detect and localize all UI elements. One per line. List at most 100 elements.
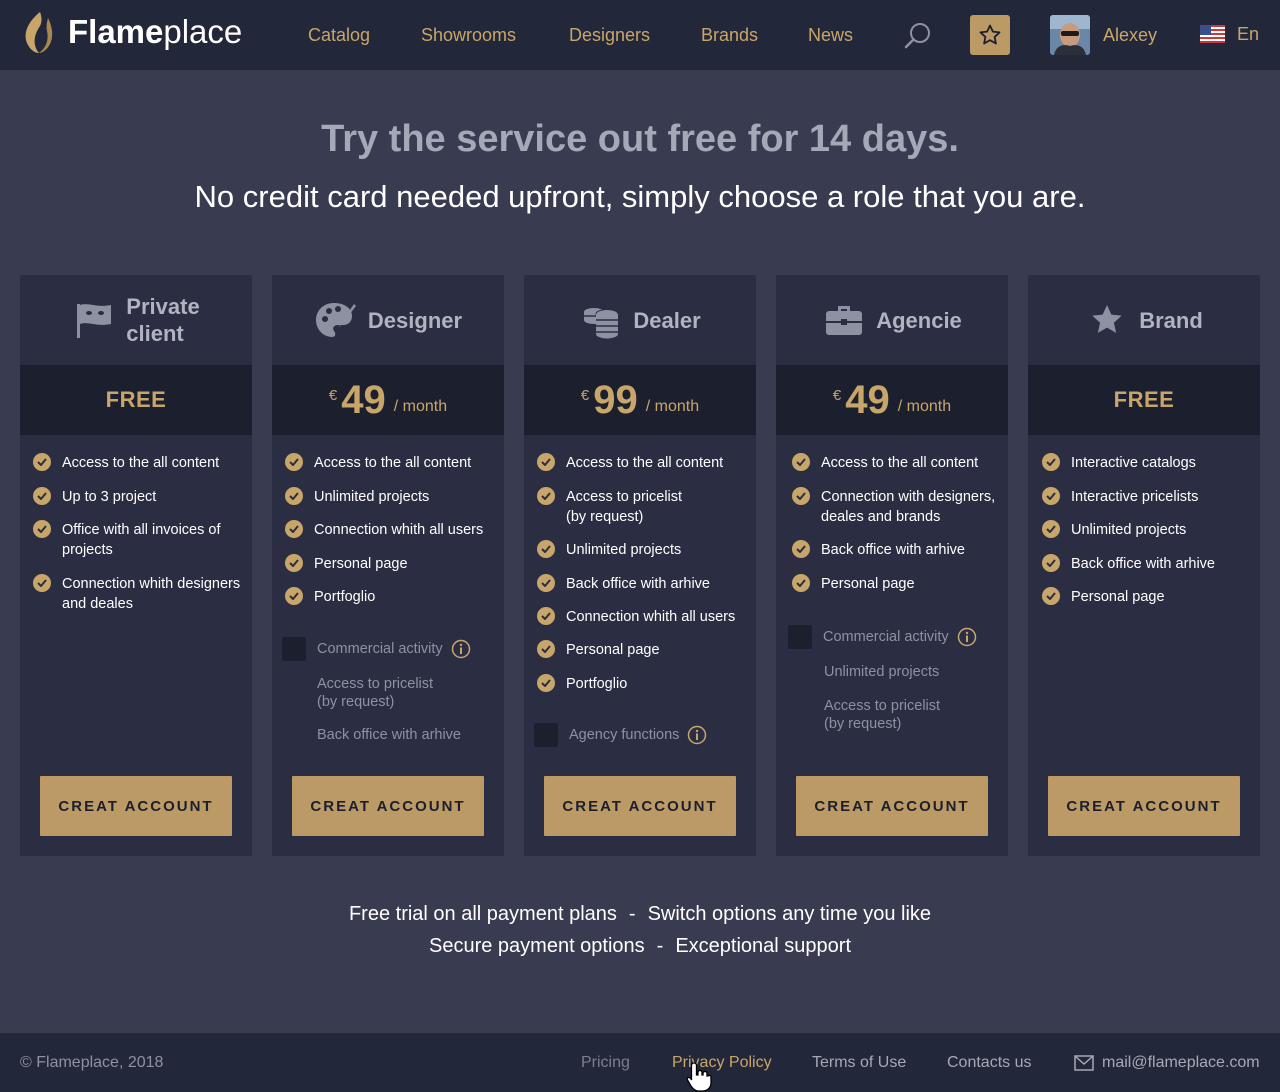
feature-item: Unlimited projects (1042, 520, 1257, 540)
plan-header: Agencie (776, 275, 1008, 365)
benefits-line-1: Free trial on all payment plans - Switch o… (0, 901, 1280, 927)
us-flag-icon[interactable] (1200, 25, 1225, 43)
plan-price: FREE (1028, 365, 1260, 435)
search-icon[interactable] (903, 21, 933, 51)
feature-item: Access to the all content (792, 453, 1007, 473)
feature-item: Connection whith all users (285, 520, 500, 540)
check-icon (537, 487, 555, 505)
commercial-activity-option[interactable]: Commercial activity (282, 637, 471, 661)
plan-card-agencie: Agencie € 49 / month Access to the all c… (776, 275, 1008, 856)
create-account-button[interactable]: CREAT ACCOUNT (544, 776, 736, 836)
plan-title: Agencie (876, 307, 962, 333)
language-switcher[interactable]: En (1237, 23, 1259, 45)
check-icon (33, 453, 51, 471)
star-icon (1085, 298, 1129, 342)
plan-title: Private client (126, 294, 200, 346)
favorites-button[interactable] (970, 15, 1010, 55)
nav-showrooms[interactable]: Showrooms (421, 24, 516, 46)
nav-catalog[interactable]: Catalog (308, 24, 370, 46)
price-period: / month (645, 398, 700, 415)
plan-price: € 49 / month (272, 365, 504, 435)
footer-email-link[interactable]: mail@flameplace.com (1102, 1053, 1260, 1073)
feature-item: Back office with arhive (792, 540, 1007, 560)
check-icon (537, 453, 555, 471)
footer-link-pricing[interactable]: Pricing (581, 1053, 630, 1073)
mail-icon (1074, 1055, 1094, 1071)
create-account-button[interactable]: CREAT ACCOUNT (796, 776, 988, 836)
check-icon (537, 640, 555, 658)
feature-item: Access to the all content (33, 453, 243, 473)
plan-card-brand: Brand FREE Interactive catalogs Interact… (1028, 275, 1260, 856)
nav-news[interactable]: News (808, 24, 853, 46)
feature-item: Connection with designers, deales and br… (792, 487, 1007, 527)
nav-designers[interactable]: Designers (569, 24, 650, 46)
footer: © Flameplace, 2018 Pricing Privacy Polic… (0, 1033, 1280, 1092)
create-account-button[interactable]: CREAT ACCOUNT (40, 776, 232, 836)
price-amount: 99 (593, 378, 638, 422)
create-account-button[interactable]: CREAT ACCOUNT (1048, 776, 1240, 836)
benefit-text: Free trial on all payment plans (348, 903, 617, 925)
feature-item: Access to the all content (285, 453, 500, 473)
avatar-photo (1050, 15, 1090, 55)
create-account-button[interactable]: CREAT ACCOUNT (292, 776, 484, 836)
info-icon[interactable] (957, 627, 977, 647)
logo-text: Flameplace (68, 13, 243, 50)
feature-item: Up to 3 project (33, 487, 243, 507)
check-icon (537, 674, 555, 692)
check-icon (33, 487, 51, 505)
copyright: © Flameplace, 2018 (20, 1054, 164, 1071)
star-outline-icon (979, 24, 1001, 45)
check-icon (792, 453, 810, 471)
benefit-separator: - (656, 935, 664, 957)
check-icon (1042, 453, 1060, 471)
plan-header: Designer (272, 275, 504, 365)
price-period: / month (897, 398, 952, 415)
price-period: / month (393, 398, 448, 415)
feature-item: Portfoglio (537, 674, 752, 694)
palette-icon (314, 298, 358, 342)
plan-title: Dealer (633, 307, 701, 333)
feature-item: Interactive pricelists (1042, 487, 1257, 507)
footer-link-terms[interactable]: Terms of Use (812, 1053, 906, 1073)
benefit-text: Exceptional support (675, 935, 852, 957)
plan-card-designer: Designer € 49 / month Access to the all … (272, 275, 504, 856)
price-amount: 49 (845, 378, 890, 422)
commercial-activity-option[interactable]: Commercial activity (788, 625, 977, 649)
plan-header: Private client (20, 275, 252, 365)
plan-price: € 99 / month (524, 365, 756, 435)
check-icon (285, 453, 303, 471)
hero-title: Try the service out free for 14 days. (321, 118, 959, 160)
feature-item: Connection whith all users (537, 607, 752, 627)
mask-flag-icon (72, 298, 116, 342)
check-icon (285, 587, 303, 605)
option-checkbox[interactable] (788, 625, 812, 649)
check-icon (33, 574, 51, 592)
feature-item: Access to pricelist (by request) (537, 487, 752, 527)
logo[interactable]: Flameplace (22, 10, 242, 54)
nav-brands[interactable]: Brands (701, 24, 758, 46)
extra-feature: Back office with arhive (317, 727, 461, 743)
feature-item: Access to the all content (537, 453, 752, 473)
plan-header: Brand (1028, 275, 1260, 365)
extra-feature: Access to pricelist (by request) (824, 698, 941, 732)
option-checkbox[interactable] (282, 637, 306, 661)
feature-item: Personal page (537, 640, 752, 660)
footer-link-contacts[interactable]: Contacts us (947, 1053, 1031, 1073)
plan-title: Designer (367, 307, 463, 333)
check-icon (285, 487, 303, 505)
check-icon (285, 520, 303, 538)
coins-icon (579, 298, 623, 342)
option-checkbox[interactable] (534, 723, 558, 747)
plan-header: Dealer (524, 275, 756, 365)
info-icon[interactable] (451, 639, 471, 659)
info-icon[interactable] (687, 725, 707, 745)
check-icon (537, 540, 555, 558)
user-name[interactable]: Alexey (1103, 24, 1157, 46)
price-free-label: FREE (1113, 387, 1175, 412)
feature-item: Back office with arhive (537, 574, 752, 594)
extra-feature: Access to pricelist (by request) (317, 676, 434, 710)
plan-card-private-client: Private client FREE Access to the all co… (20, 275, 252, 856)
check-icon (1042, 554, 1060, 572)
agency-functions-option[interactable]: Agency functions (534, 723, 707, 747)
user-avatar[interactable] (1050, 15, 1090, 55)
